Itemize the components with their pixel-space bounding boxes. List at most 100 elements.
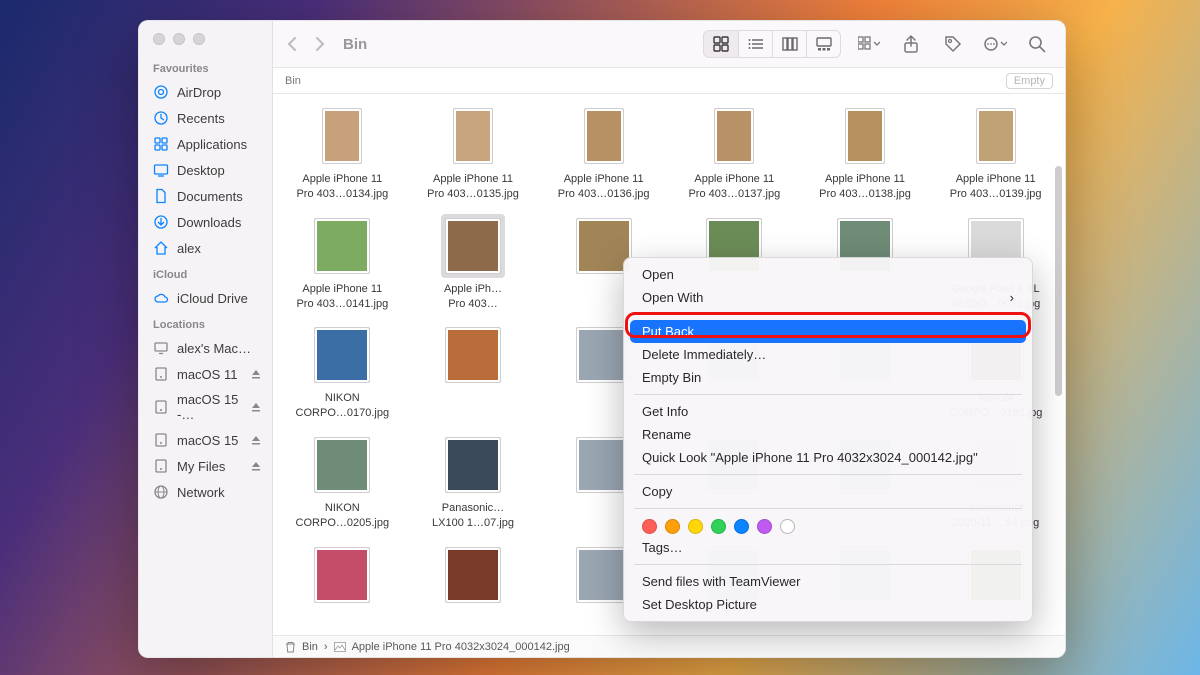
sidebar-section-label: iCloud: [139, 261, 272, 285]
file-item[interactable]: Apple iPhone 11 Pro 403…0141.jpg: [279, 210, 406, 316]
tag-color-5[interactable]: [757, 519, 772, 534]
disk-icon: [153, 432, 169, 448]
tag-color-2[interactable]: [688, 519, 703, 534]
tag-color-4[interactable]: [734, 519, 749, 534]
sidebar-item-downloads[interactable]: Downloads: [139, 209, 272, 235]
file-item[interactable]: [279, 539, 406, 615]
sidebar-item-macos-15-[interactable]: macOS 15 -…: [139, 387, 272, 427]
sidebar-item-label: My Files: [177, 459, 225, 474]
ctx-copy[interactable]: Copy: [624, 480, 1032, 503]
file-name: Apple iPhone 11 Pro 403…0141.jpg: [296, 282, 388, 312]
file-thumbnail: [845, 108, 885, 164]
window-title: Bin: [343, 36, 367, 53]
ctx-tag-colors: [624, 514, 1032, 536]
disk-icon: [153, 366, 169, 382]
ctx-rename[interactable]: Rename: [624, 423, 1032, 446]
group-by-button[interactable]: [855, 31, 883, 57]
window-controls: [139, 29, 272, 55]
sidebar-item-label: macOS 11: [177, 367, 237, 382]
file-thumbnail: [714, 108, 754, 164]
file-item[interactable]: NIKON CORPO…0170.jpg: [279, 319, 406, 425]
tag-color-1[interactable]: [665, 519, 680, 534]
file-item[interactable]: Apple iPhone 11 Pro 403…0134.jpg: [279, 100, 406, 206]
sidebar-item-label: Downloads: [177, 215, 241, 230]
sidebar-item-desktop[interactable]: Desktop: [139, 157, 272, 183]
file-name: Apple iPhone 11 Pro 403…0138.jpg: [819, 172, 911, 202]
path-current[interactable]: Apple iPhone 11 Pro 4032x3024_000142.jpg: [352, 641, 570, 653]
ctx-quick-look[interactable]: Quick Look "Apple iPhone 11 Pro 4032x302…: [624, 446, 1032, 469]
home-icon: [153, 240, 169, 256]
airdrop-icon: [153, 84, 169, 100]
sidebar-item-documents[interactable]: Documents: [139, 183, 272, 209]
file-thumbnail: [314, 218, 370, 274]
back-button[interactable]: [287, 36, 297, 52]
sidebar-item-recents[interactable]: Recents: [139, 105, 272, 131]
sidebar-item-my-files[interactable]: My Files: [139, 453, 272, 479]
file-thumbnail: [445, 218, 501, 274]
context-menu: Open Open With› Put Back Delete Immediat…: [623, 257, 1033, 622]
zoom-window-button[interactable]: [193, 33, 205, 45]
sidebar-item-applications[interactable]: Applications: [139, 131, 272, 157]
close-window-button[interactable]: [153, 33, 165, 45]
globe-icon: [153, 484, 169, 500]
minimize-window-button[interactable]: [173, 33, 185, 45]
ctx-put-back[interactable]: Put Back: [630, 320, 1026, 343]
list-view-button[interactable]: [738, 31, 772, 57]
scrollbar-thumb[interactable]: [1055, 166, 1062, 396]
search-button[interactable]: [1023, 31, 1051, 57]
ctx-empty-bin[interactable]: Empty Bin: [624, 366, 1032, 389]
forward-button[interactable]: [315, 36, 325, 52]
gallery-view-button[interactable]: [806, 31, 840, 57]
ctx-set-desktop-picture[interactable]: Set Desktop Picture: [624, 593, 1032, 616]
sidebar-item-label: Documents: [177, 189, 243, 204]
share-button[interactable]: [897, 31, 925, 57]
sidebar-item-airdrop[interactable]: AirDrop: [139, 79, 272, 105]
sidebar-item-macos-11[interactable]: macOS 11: [139, 361, 272, 387]
file-item[interactable]: Apple iPh… Pro 403…: [410, 210, 537, 316]
eject-icon[interactable]: [250, 434, 262, 446]
column-view-button[interactable]: [772, 31, 806, 57]
ctx-get-info[interactable]: Get Info: [624, 400, 1032, 423]
sidebar-item-label: Network: [177, 485, 225, 500]
sidebar-item-alex[interactable]: alex: [139, 235, 272, 261]
clock-icon: [153, 110, 169, 126]
eject-icon[interactable]: [250, 401, 262, 413]
ctx-open[interactable]: Open: [624, 263, 1032, 286]
ctx-delete-immediately[interactable]: Delete Immediately…: [624, 343, 1032, 366]
tag-color-3[interactable]: [711, 519, 726, 534]
tags-button[interactable]: [939, 31, 967, 57]
file-item[interactable]: Apple iPhone 11 Pro 403…0137.jpg: [671, 100, 798, 206]
file-item[interactable]: Apple iPhone 11 Pro 403…0139.jpg: [932, 100, 1059, 206]
file-thumbnail: [314, 547, 370, 603]
eject-icon[interactable]: [250, 368, 262, 380]
sidebar-item-network[interactable]: Network: [139, 479, 272, 505]
path-root[interactable]: Bin: [302, 641, 318, 653]
tag-color-0[interactable]: [642, 519, 657, 534]
tag-color-6[interactable]: [780, 519, 795, 534]
disk-icon: [153, 399, 169, 415]
computer-icon: [153, 340, 169, 356]
empty-bin-button[interactable]: Empty: [1006, 73, 1053, 89]
file-item[interactable]: Apple iPhone 11 Pro 403…0138.jpg: [802, 100, 929, 206]
file-item[interactable]: Panasonic… LX100 1…07.jpg: [410, 429, 537, 535]
file-item[interactable]: Apple iPhone 11 Pro 403…0136.jpg: [540, 100, 667, 206]
sidebar-item-alex-s-mac-[interactable]: alex's Mac…: [139, 335, 272, 361]
file-item[interactable]: NIKON CORPO…0205.jpg: [279, 429, 406, 535]
ctx-open-with[interactable]: Open With›: [624, 286, 1032, 309]
icon-view-button[interactable]: [704, 31, 738, 57]
toolbar: Bin: [273, 21, 1065, 68]
sidebar-item-macos-15[interactable]: macOS 15: [139, 427, 272, 453]
sidebar-item-label: Desktop: [177, 163, 225, 178]
file-thumbnail: [453, 108, 493, 164]
file-name: Apple iPhone 11 Pro 403…0134.jpg: [296, 172, 388, 202]
file-name: Apple iPhone 11 Pro 403…0137.jpg: [688, 172, 780, 202]
sidebar-item-icloud-drive[interactable]: iCloud Drive: [139, 285, 272, 311]
action-button[interactable]: [981, 31, 1009, 57]
eject-icon[interactable]: [250, 460, 262, 472]
file-thumbnail: [445, 547, 501, 603]
file-item[interactable]: Apple iPhone 11 Pro 403…0135.jpg: [410, 100, 537, 206]
ctx-send-teamviewer[interactable]: Send files with TeamViewer: [624, 570, 1032, 593]
file-item[interactable]: [410, 539, 537, 615]
file-item[interactable]: [410, 319, 537, 425]
ctx-tags[interactable]: Tags…: [624, 536, 1032, 559]
